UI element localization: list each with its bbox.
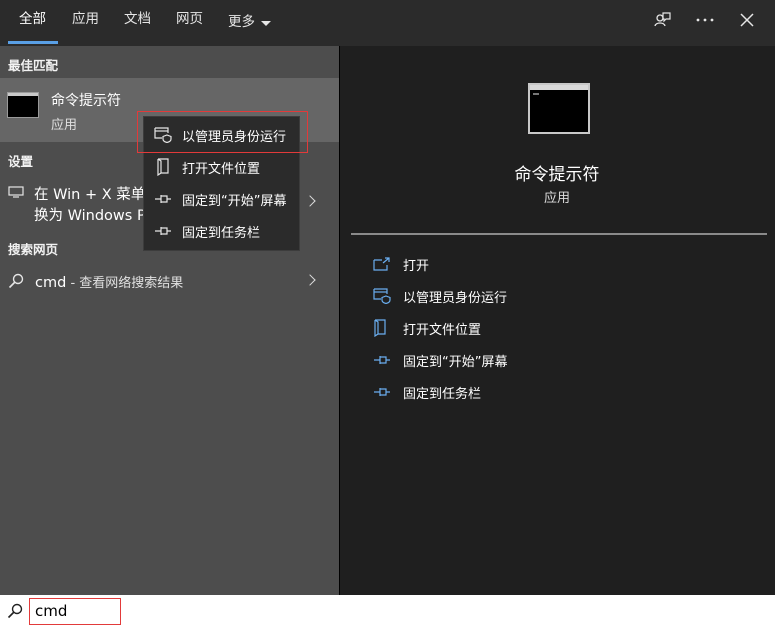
context-pin-to-taskbar[interactable]: 固定到任务栏 (144, 216, 301, 246)
tab-documents[interactable]: 文档 (124, 11, 151, 33)
action-open-file-location-label: 打开文件位置 (403, 322, 482, 338)
context-pin-to-start-label: 固定到“开始”屏幕 (182, 193, 287, 209)
pin-icon (155, 195, 171, 203)
feedback-button[interactable] (648, 8, 676, 32)
pin-icon (374, 356, 390, 364)
command-prompt-large-icon (528, 83, 590, 134)
more-options-button[interactable] (691, 8, 719, 32)
context-pin-to-taskbar-label: 固定到任务栏 (182, 225, 261, 241)
action-open[interactable]: 打开 (373, 252, 767, 276)
action-pin-to-start[interactable]: 固定到“开始”屏幕 (373, 348, 767, 372)
tab-all[interactable]: 全部 (19, 11, 46, 33)
chevron-down-icon (261, 20, 271, 26)
search-header: 全部 应用 文档 网页 更多 (0, 0, 775, 46)
web-search-suffix: - 查看网络搜索结果 (66, 276, 184, 291)
action-pin-to-start-label: 固定到“开始”屏幕 (403, 354, 508, 370)
preview-app-type: 应用 (543, 191, 570, 206)
context-open-file-location-label: 打开文件位置 (182, 161, 261, 177)
search-icon (8, 273, 24, 289)
folder-location-icon (374, 319, 386, 337)
context-menu: 以管理员身份运行 打开文件位置 固定到“开始”屏幕 固定到任务栏 (143, 116, 300, 251)
context-run-as-admin[interactable]: 以管理员身份运行 (144, 120, 301, 150)
tab-apps[interactable]: 应用 (72, 11, 99, 33)
shield-window-icon (154, 127, 172, 143)
context-open-file-location[interactable]: 打开文件位置 (144, 152, 301, 182)
feedback-icon (654, 12, 671, 27)
pin-icon (155, 227, 171, 235)
action-run-as-admin-label: 以管理员身份运行 (403, 290, 508, 306)
context-run-as-admin-label: 以管理员身份运行 (182, 129, 287, 145)
shield-window-icon (373, 288, 391, 304)
tab-more-label: 更多 (228, 14, 255, 30)
best-match-heading: 最佳匹配 (8, 58, 59, 73)
preview-divider (351, 233, 767, 235)
best-match-name: 命令提示符 (51, 93, 121, 109)
preview-app-name: 命令提示符 (514, 165, 600, 185)
pin-icon (374, 388, 390, 396)
action-open-file-location[interactable]: 打开文件位置 (373, 316, 767, 340)
settings-result-line1: 在 Win + X 菜单 (34, 187, 146, 203)
action-pin-to-taskbar-label: 固定到任务栏 (403, 386, 482, 402)
active-tab-indicator (8, 41, 58, 44)
best-match-type: 应用 (51, 118, 78, 133)
settings-result-line2: 换为 Windows P (34, 208, 146, 224)
context-pin-to-start[interactable]: 固定到“开始”屏幕 (144, 184, 301, 214)
action-pin-to-taskbar[interactable]: 固定到任务栏 (373, 380, 767, 404)
command-prompt-icon (7, 92, 39, 118)
monitor-icon (8, 186, 24, 198)
tab-more[interactable]: 更多 (228, 11, 271, 33)
open-icon (373, 257, 390, 271)
action-run-as-admin[interactable]: 以管理员身份运行 (373, 284, 767, 308)
search-input[interactable]: cmd (29, 598, 121, 625)
tab-web[interactable]: 网页 (176, 11, 203, 33)
search-icon (7, 603, 23, 619)
close-icon (740, 13, 754, 27)
web-search-query: cmd (35, 275, 67, 291)
ellipsis-icon (696, 18, 714, 22)
settings-heading: 设置 (8, 154, 34, 169)
search-bar: cmd (0, 595, 775, 628)
folder-location-icon (157, 158, 169, 176)
close-button[interactable] (733, 8, 761, 32)
action-open-label: 打开 (403, 258, 430, 274)
web-search-heading: 搜索网页 (8, 242, 59, 257)
